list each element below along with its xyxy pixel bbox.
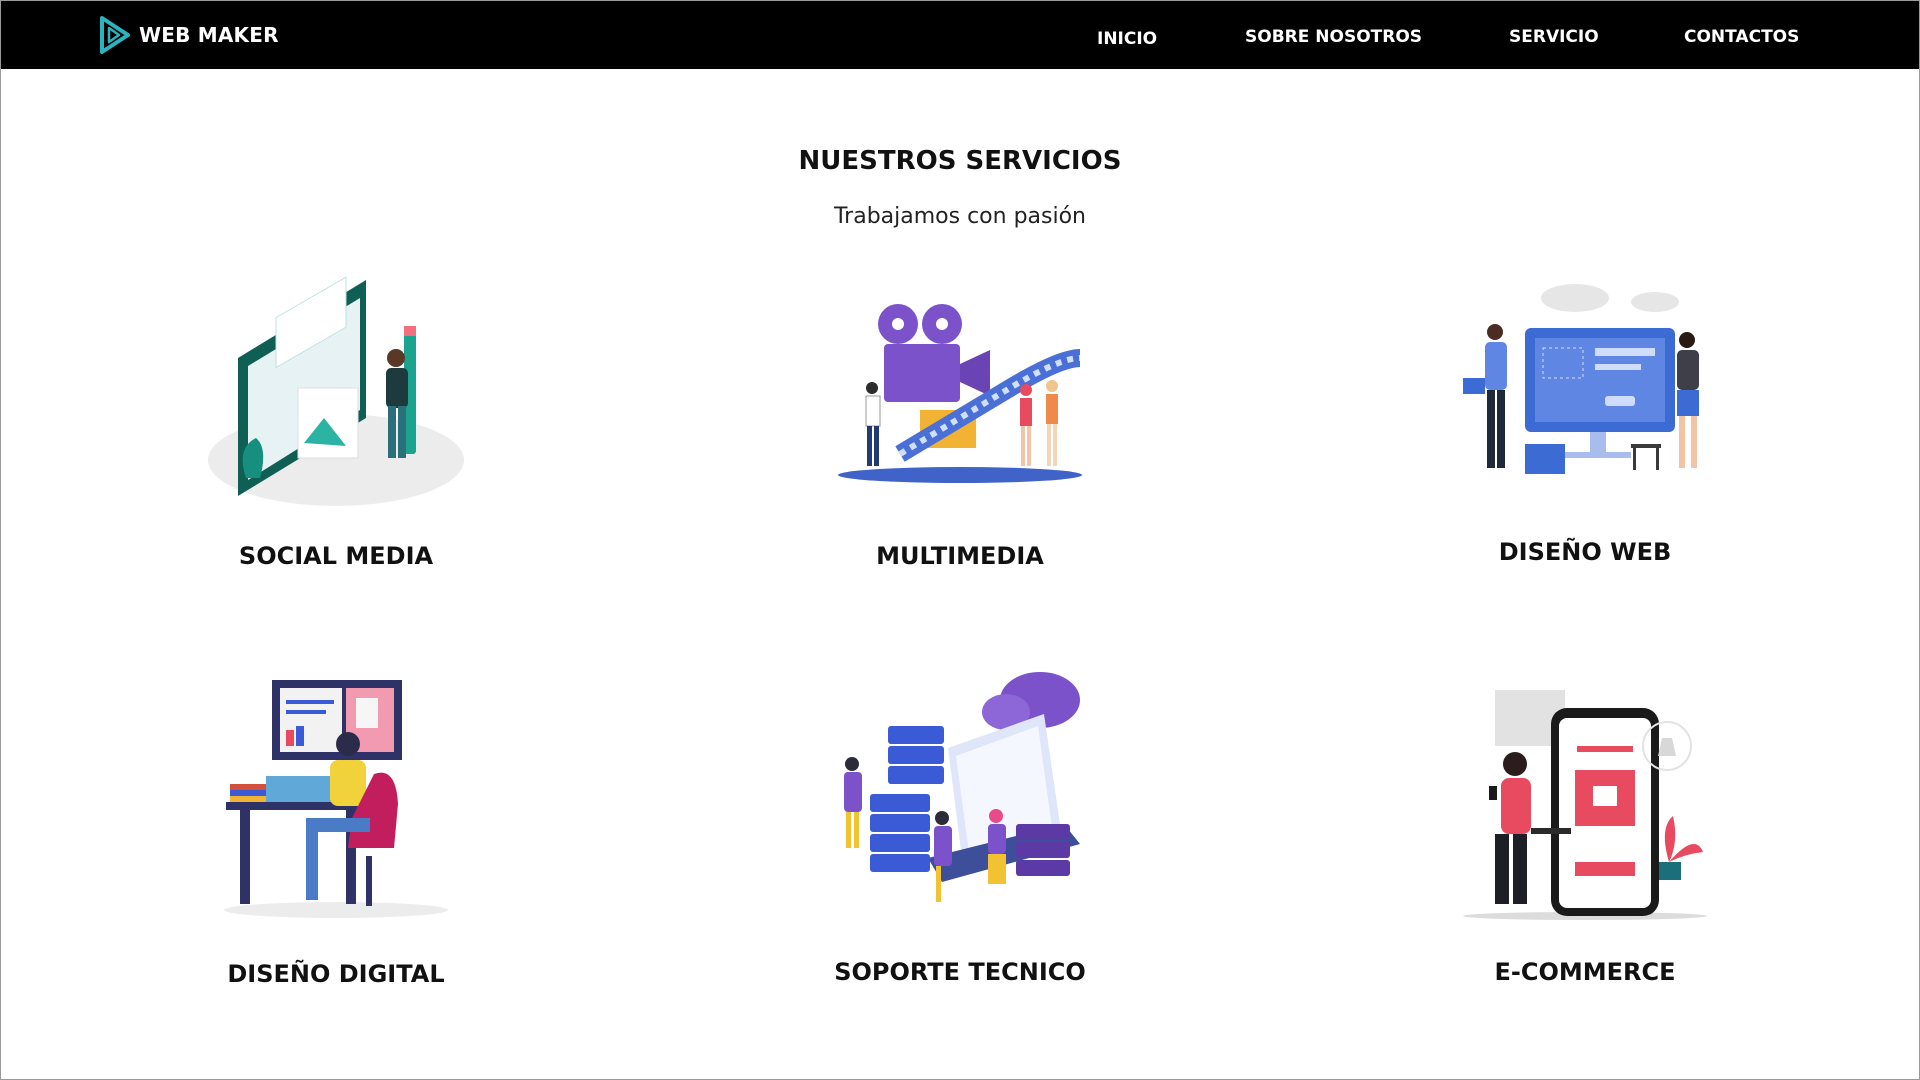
- nav-contactos[interactable]: CONTACTOS: [1684, 27, 1799, 47]
- service-card-social-media[interactable]: SOCIAL MEDIA: [76, 268, 596, 588]
- service-card-tech-support[interactable]: SOPORTE TECNICO: [700, 668, 1220, 988]
- ecommerce-illustration: [1463, 690, 1707, 920]
- service-card-web-design[interactable]: DISEÑO WEB: [1325, 268, 1845, 588]
- nav-sobre-nosotros[interactable]: SOBRE NOSOTROS: [1245, 27, 1422, 47]
- service-card-digital-design[interactable]: DISEÑO DIGITAL: [76, 678, 596, 998]
- service-label[interactable]: MULTIMEDIA: [700, 542, 1220, 570]
- multimedia-illustration: [838, 304, 1082, 483]
- social-media-illustration: [208, 276, 464, 506]
- service-card-ecommerce[interactable]: E-COMMERCE: [1325, 684, 1845, 1004]
- service-label[interactable]: SOPORTE TECNICO: [700, 958, 1220, 986]
- digital-design-illustration: [224, 680, 448, 918]
- service-label[interactable]: SOCIAL MEDIA: [76, 542, 596, 570]
- logo[interactable]: WEB MAKER: [97, 15, 279, 55]
- section-title: NUESTROS SERVICIOS: [798, 146, 1122, 176]
- service-label[interactable]: E-COMMERCE: [1325, 958, 1845, 986]
- section-subtitle: Trabajamos con pasión: [833, 204, 1087, 229]
- service-label[interactable]: DISEÑO WEB: [1325, 538, 1845, 566]
- navbar: WEB MAKER INICIO SOBRE NOSOTROS SERVICIO…: [1, 1, 1919, 69]
- nav-inicio[interactable]: INICIO: [1097, 29, 1157, 49]
- tech-support-illustration: [844, 672, 1080, 902]
- service-label[interactable]: DISEÑO DIGITAL: [76, 960, 596, 988]
- nav-servicio[interactable]: SERVICIO: [1509, 27, 1599, 47]
- play-logo-icon: [100, 16, 130, 54]
- service-card-multimedia[interactable]: MULTIMEDIA: [700, 268, 1220, 588]
- logo-text: WEB MAKER: [139, 23, 279, 47]
- web-design-illustration: [1463, 284, 1699, 474]
